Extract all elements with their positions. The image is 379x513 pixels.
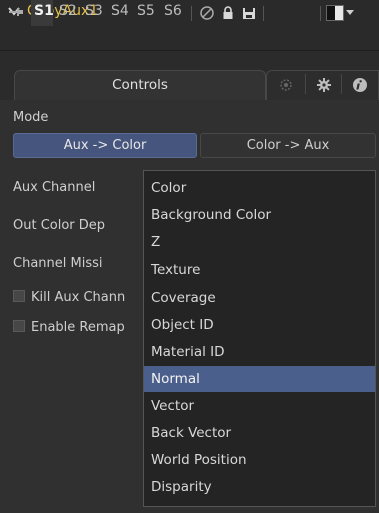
- option-texture[interactable]: Texture: [144, 257, 375, 283]
- mode-label: Mode: [13, 110, 49, 125]
- slot-s6[interactable]: S6: [164, 3, 182, 19]
- mode-aux-to-color-button[interactable]: Aux -> Color: [13, 133, 197, 158]
- save-icon[interactable]: [241, 5, 257, 21]
- disable-icon[interactable]: [199, 5, 215, 21]
- mode-color-to-aux-button[interactable]: Color -> Aux: [200, 133, 376, 158]
- option-material-id[interactable]: Material ID: [144, 339, 375, 365]
- option-color[interactable]: Color: [144, 175, 375, 201]
- slot-s5[interactable]: S5: [137, 3, 155, 19]
- toolbar-divider: [320, 6, 321, 21]
- enable-remap-checkbox[interactable]: [13, 320, 25, 332]
- option-object-id[interactable]: Object ID: [144, 312, 375, 338]
- option-world-position[interactable]: World Position: [144, 447, 375, 473]
- aux-channel-dropdown-list: Color Background Color Z Texture Coverag…: [143, 170, 376, 507]
- lock-icon[interactable]: [220, 5, 236, 21]
- option-z[interactable]: Z: [144, 229, 375, 255]
- option-background-color[interactable]: Background Color: [144, 202, 375, 228]
- link-icon[interactable]: [278, 77, 294, 93]
- toolbar-divider: [191, 6, 192, 21]
- aux-channel-label: Aux Channel: [13, 180, 96, 195]
- option-back-vector[interactable]: Back Vector: [144, 420, 375, 446]
- tab-divider: [341, 74, 342, 94]
- kill-aux-checkbox-row[interactable]: Kill Aux Chann: [13, 290, 141, 305]
- dropdown-arrow-icon[interactable]: [346, 10, 354, 15]
- channel-missing-label: Channel Missi: [13, 256, 103, 271]
- info-icon[interactable]: [352, 77, 368, 93]
- slot-s4[interactable]: S4: [111, 3, 129, 19]
- enable-remap-checkbox-row[interactable]: Enable Remap: [13, 320, 141, 335]
- slot-s1[interactable]: S1: [34, 3, 54, 19]
- color-swatch-icon[interactable]: [326, 5, 344, 21]
- toolbar-divider: [263, 6, 264, 21]
- tab-controls[interactable]: Controls: [14, 70, 266, 100]
- kill-aux-label: Kill Aux Chann: [31, 290, 126, 305]
- option-disparity[interactable]: Disparity: [144, 474, 375, 500]
- enable-remap-label: Enable Remap: [31, 320, 125, 335]
- option-normal-selected[interactable]: Normal: [144, 366, 375, 392]
- slot-s2[interactable]: S2: [59, 3, 77, 19]
- kill-aux-checkbox[interactable]: [13, 290, 25, 302]
- toolbar: [0, 24, 379, 51]
- slot-s3[interactable]: S3: [85, 3, 103, 19]
- option-coverage[interactable]: Coverage: [144, 285, 375, 311]
- gear-icon[interactable]: [316, 77, 332, 93]
- option-vector[interactable]: Vector: [144, 393, 375, 419]
- tab-divider: [305, 74, 306, 94]
- out-color-depth-label: Out Color Dep: [13, 218, 106, 233]
- pin-icon[interactable]: [8, 4, 24, 20]
